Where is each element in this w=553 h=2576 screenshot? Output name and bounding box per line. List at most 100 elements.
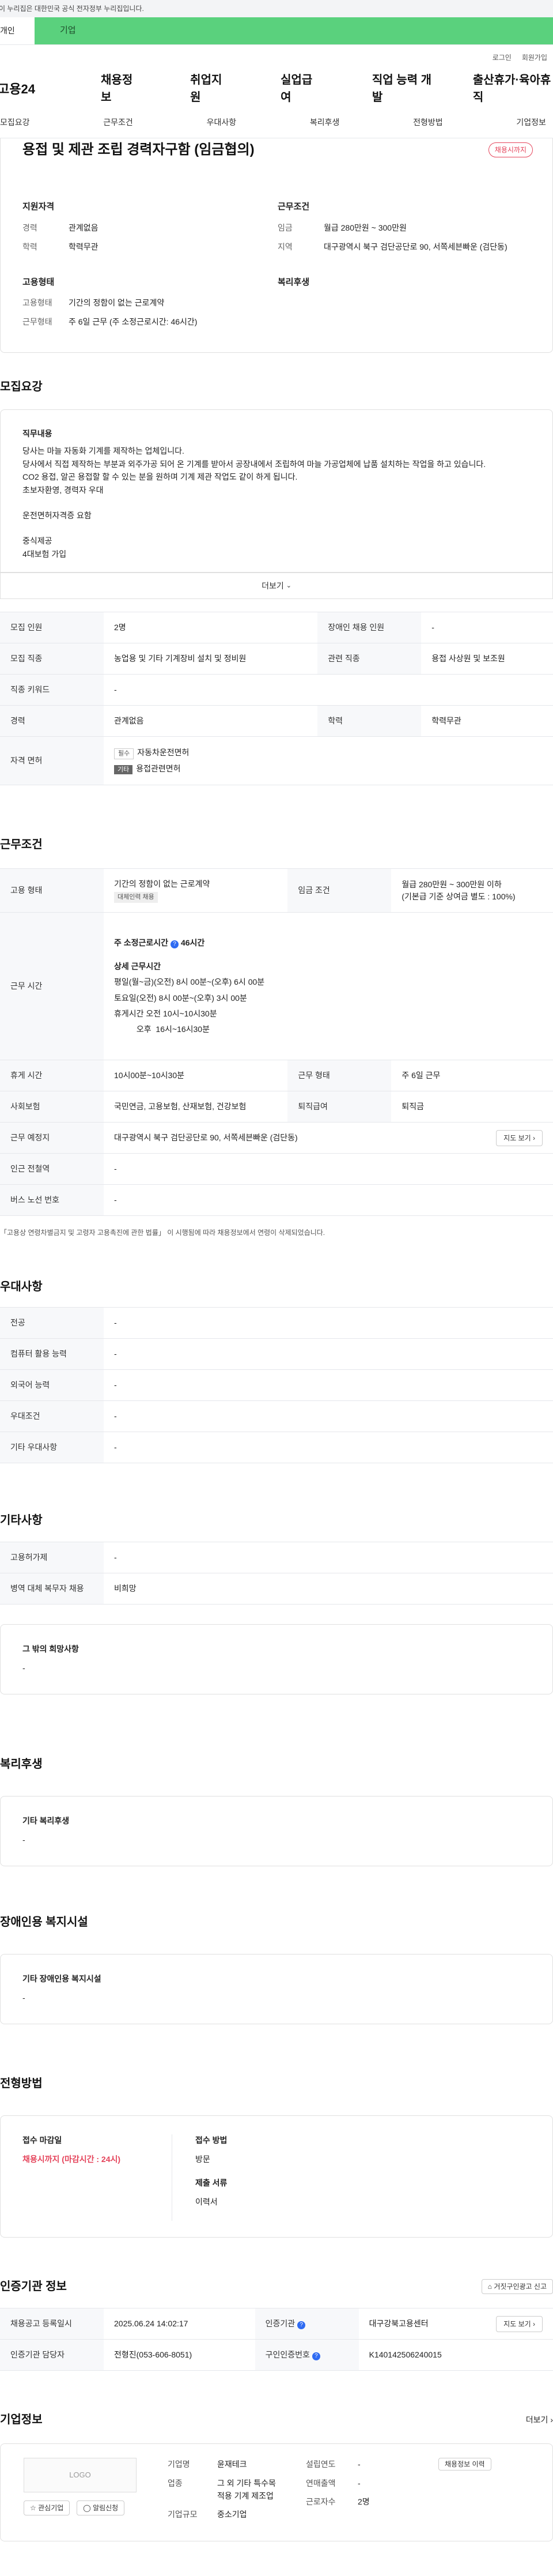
cell-value: 퇴직금 (391, 1091, 553, 1123)
cell-value: 2명 (104, 612, 318, 644)
gnb-item-support[interactable]: 취업지원 (190, 71, 229, 106)
cell-value: 농업용 및 기타 기계장비 설치 및 정비원 (104, 643, 318, 675)
cell-value: 대구광역시 북구 검단공단로 90, 서쪽세븐빠운 (검단동) (114, 1133, 298, 1143)
cell-value: 관계없음 (104, 705, 318, 737)
etc-table: 고용허가제 - 병역 대체 복무자 채용 비희망 (0, 1542, 553, 1605)
disabled-box-title: 기타 장애인용 복지시설 (22, 1974, 101, 1984)
wage-cell: 월급 280만원 ~ 300만원 이하 (기본급 기준 상여금 별도 : 100%… (391, 868, 553, 913)
info-icon[interactable]: ? (312, 2352, 320, 2361)
cell-label: 모집 직종 (0, 643, 104, 675)
map-button[interactable]: 지도 보기 › (496, 1129, 543, 1146)
anchor-process[interactable]: 전형방법 (413, 116, 443, 129)
anchor-pref[interactable]: 우대사항 (207, 116, 237, 129)
chevron-down-icon: ⌄ (286, 582, 291, 589)
detail-line: 휴게시간 오전 10시~10시30분 (114, 1008, 217, 1018)
pref-table: 전공 - 컴퓨터 활용 능력 - 외국어 능력 - 우대조건 - 기타 우대사항 - (0, 1307, 553, 1464)
info-icon[interactable]: ? (171, 940, 179, 948)
cell-label: 전공 (0, 1307, 104, 1339)
fav-label: 관심기업 (38, 2504, 64, 2513)
anchor-company[interactable]: 기업정보 (516, 116, 546, 129)
cell-label: 관련 직종 (317, 643, 422, 675)
tab-individual[interactable]: 개인 (0, 17, 35, 44)
site-logo[interactable]: 고용24 (0, 80, 60, 99)
hours-cell: 주 소정근로시간? 46시간 상세 근무시간 평일(월~금)(오전) 8시 00… (104, 912, 553, 1061)
cert-map-button[interactable]: 지도 보기 › (496, 2315, 543, 2332)
cell-value: - (104, 1184, 553, 1217)
cell-label: 인증기관 (265, 2319, 296, 2329)
gnb-item-training[interactable]: 직업 능력 개발 (372, 71, 435, 106)
job-title: 용접 및 제관 조립 경력자구함 (임금협의) (22, 142, 255, 157)
cond-title: 근무조건 (278, 202, 310, 212)
join-link[interactable]: 회원가입 (522, 52, 547, 63)
alarm-button[interactable]: ◯ 알림신청 (77, 2500, 125, 2516)
size-label: 기업규모 (168, 2510, 198, 2519)
tab-company[interactable]: 기업 (35, 17, 553, 44)
industry-label: 업종 (168, 2478, 183, 2488)
cell-value: - (421, 612, 553, 644)
welfare-title: 복리후생 (0, 1758, 43, 1771)
other-wish-value: - (22, 1663, 25, 1673)
company-header: 기업정보 더보기 › (0, 2411, 553, 2428)
report-button[interactable]: ⌂ 거짓구인광고 신고 (481, 2279, 553, 2295)
section-anchor-nav: 모집요강 근무조건 우대사항 복리후생 전형방법 기업정보 (0, 107, 553, 138)
anchor-welfare[interactable]: 복리후생 (310, 116, 340, 129)
age-notice: 「고용상 연령차별금지 및 고령자 고용촉진에 관한 법률」 이 시행됨에 따라… (0, 1229, 325, 1237)
duty-title: 직무내용 (22, 429, 52, 438)
map-button-label: 지도 보기 (503, 1133, 531, 1142)
detail-line: 평일(월~금)(오전) 8시 00분~(오후) 6시 00분 (114, 977, 265, 987)
history-button[interactable]: 채용정보 이력 (438, 2458, 491, 2471)
cell-label: 자격 면허 (0, 736, 104, 786)
workdays-value: 주 6일 근무 (주 소정근로시간: 46시간) (69, 317, 198, 326)
favorite-company-button[interactable]: ☆ 관심기업 (24, 2500, 70, 2516)
substitute-badge: 대체인력 채용 (114, 892, 158, 903)
revenue-label: 연매출액 (306, 2478, 336, 2488)
weekly-value: 46시간 (180, 937, 205, 947)
company-more-link[interactable]: 더보기 › (526, 2414, 553, 2426)
cell-label: 구인인증번호 (265, 2350, 310, 2360)
alarm-label: 알림신청 (93, 2504, 119, 2513)
duty-more-button[interactable]: 더보기 ⌄ (0, 573, 553, 600)
cell-label: 근무 형태 (287, 1060, 392, 1092)
place-cell: 대구광역시 북구 검단공단로 90, 서쪽세븐빠운 (검단동) 지도 보기 › (104, 1122, 553, 1154)
cell-value: - (104, 1369, 553, 1402)
cell-label: 버스 노선 번호 (0, 1184, 104, 1217)
process-box: 접수 마감일 채용시까지 (마감시간 : 24시) 접수 방법 방문 제출 서류… (0, 2115, 553, 2238)
revenue-value: - (358, 2478, 361, 2488)
cell-label: 사회보험 (0, 1091, 104, 1123)
year-label: 설립연도 (306, 2460, 336, 2469)
anchor-recruit[interactable]: 모집요강 (0, 116, 30, 129)
cell-value: - (104, 1153, 553, 1185)
gnb-item-jobs[interactable]: 채용정보 (101, 71, 139, 106)
cell-value: (기본급 기준 상여금 별도 : 100%) (402, 891, 516, 901)
duty-line: 중식제공 (22, 536, 52, 546)
cert-title: 인증기관 정보 (0, 2280, 67, 2293)
weekly-label: 주 소정근로시간 (114, 937, 169, 947)
cell-value: - (104, 1307, 553, 1339)
gnb-item-leave[interactable]: 출산휴가·육아휴직 (473, 71, 553, 106)
detail-title: 상세 근무시간 (114, 962, 161, 971)
cell-label: 휴게 시간 (0, 1060, 104, 1092)
wage-value: 월급 280만원 ~ 300만원 (324, 223, 407, 232)
info-icon[interactable]: ? (297, 2321, 306, 2330)
login-link[interactable]: 로그인 (493, 52, 512, 63)
workdays-label: 근무형태 (22, 317, 52, 326)
cell-label: 임금 조건 (287, 868, 392, 913)
cell-label: 채용공고 등록일시 (0, 2308, 104, 2340)
welfare-box-value: - (22, 1835, 25, 1845)
welfare-box-title: 기타 복리후생 (22, 1816, 70, 1826)
global-nav: 고용24 채용정보 취업지원 실업급여 직업 능력 개발 출산휴가·육아휴직 (0, 70, 553, 107)
job-summary-card: 용접 및 제관 조립 경력자구함 (임금협의) 채용시까지 지원자격 경력 관계없… (0, 138, 553, 353)
util-menu: 로그인 회원가입 (0, 45, 553, 70)
method-value: 방문 (195, 2155, 210, 2164)
company-name-label: 기업명 (168, 2460, 190, 2469)
other-wish-title: 그 밖의 희망사항 (22, 1644, 79, 1654)
career-label: 경력 (22, 223, 37, 232)
cell-label: 근무 시간 (0, 912, 104, 1061)
welfare-box: 기타 복리후생 - (0, 1796, 553, 1867)
cell-label: 장애인 채용 인원 (317, 612, 422, 644)
anchor-work[interactable]: 근무조건 (103, 116, 133, 129)
cell-value: 대구강북고용센터 (369, 2319, 429, 2329)
duty-line: 4대보험 가입 (22, 549, 67, 559)
edu-value: 학력무관 (69, 242, 99, 251)
gnb-item-benefit[interactable]: 실업급여 (281, 71, 319, 106)
